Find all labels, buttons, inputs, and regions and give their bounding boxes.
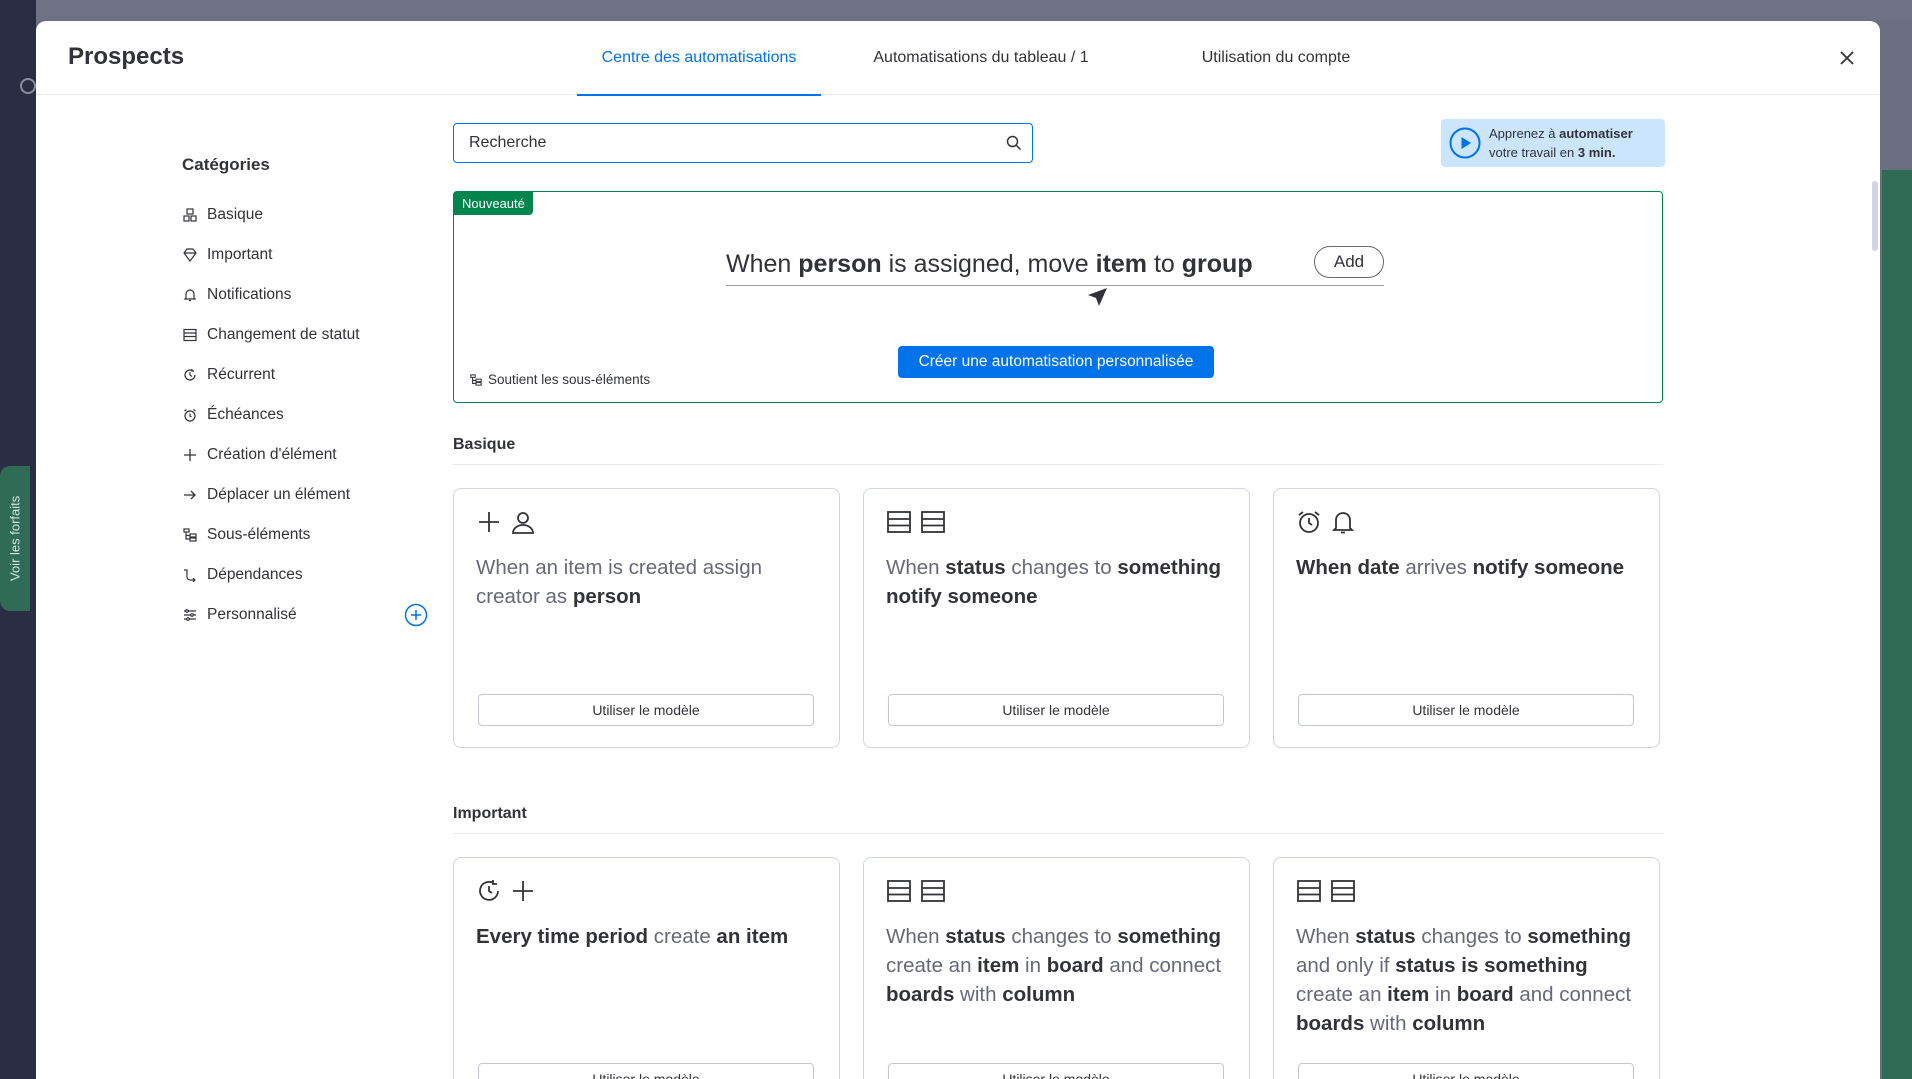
category-recurring[interactable]: Récurrent xyxy=(182,355,432,395)
category-important[interactable]: Important xyxy=(182,235,432,275)
background-topbar xyxy=(36,0,1912,20)
search-input[interactable] xyxy=(454,124,1032,162)
alarm-icon xyxy=(1298,511,1320,533)
category-label: Création d'élément xyxy=(207,446,337,463)
plus-icon xyxy=(479,512,499,532)
use-template-button[interactable]: Utiliser le modèle xyxy=(478,694,814,726)
category-label: Personnalisé xyxy=(207,606,297,623)
status-icon xyxy=(1297,880,1321,902)
diamond-icon xyxy=(182,247,198,263)
modal-title: Prospects xyxy=(68,43,185,70)
recurring-icon xyxy=(182,367,198,383)
arrow-right-icon xyxy=(182,487,198,503)
learn-text: Apprenez à automatiser votre travail en … xyxy=(1489,126,1633,160)
template-card: When status changes to something create … xyxy=(863,857,1250,1079)
play-icon xyxy=(1449,127,1481,159)
add-circle-icon[interactable] xyxy=(404,603,428,627)
template-card: When status changes to something notify … xyxy=(863,488,1250,748)
subitems-icon xyxy=(182,527,198,543)
category-label: Échéances xyxy=(207,406,284,423)
template-description: Every time period create an item xyxy=(476,925,789,948)
close-button[interactable] xyxy=(1832,43,1862,73)
template-description: When date arrives notify someone xyxy=(1296,556,1625,579)
sentence-add-button[interactable]: Add xyxy=(1314,246,1384,278)
template-description: When status changes to something notify … xyxy=(886,556,1221,608)
category-subitems[interactable]: Sous-éléments xyxy=(182,515,432,555)
categories-sidebar: Catégories Basique Important Notificatio… xyxy=(182,155,432,635)
person-icon xyxy=(512,512,534,534)
subitems-support-note: Soutient les sous-éléments xyxy=(470,372,650,387)
close-icon xyxy=(1840,51,1854,65)
category-label: Important xyxy=(207,246,273,263)
create-custom-automation-button[interactable]: Créer une automatisation personnalisée xyxy=(898,346,1214,378)
status-icon xyxy=(1331,880,1355,902)
basic-icon xyxy=(182,207,198,223)
rail-dot xyxy=(20,78,36,94)
category-item-creation[interactable]: Création d'élément xyxy=(182,435,432,475)
use-template-button[interactable]: Utiliser le modèle xyxy=(888,694,1224,726)
template-description: When an item is created assign creator a… xyxy=(476,556,762,608)
plans-badge[interactable]: Voir les forfaits xyxy=(0,466,30,611)
section-title-basic: Basique xyxy=(453,436,1663,465)
modal-scrollbar[interactable] xyxy=(1872,181,1878,251)
dependency-icon xyxy=(182,567,198,583)
category-label: Basique xyxy=(207,206,264,223)
category-move-item[interactable]: Déplacer un élément xyxy=(182,475,432,515)
category-basic[interactable]: Basique xyxy=(182,195,432,235)
use-template-button[interactable]: Utiliser le modèle xyxy=(1298,1063,1634,1079)
cursor-icon xyxy=(1088,288,1107,306)
template-description: When status changes to something create … xyxy=(886,925,1222,1006)
template-card: When date arrives notify someone Utilise… xyxy=(1273,488,1660,748)
status-icon xyxy=(887,511,911,533)
section-title-important: Important xyxy=(453,805,1663,834)
plus-icon xyxy=(513,881,533,901)
automations-modal: Prospects Centre des automatisations Aut… xyxy=(36,21,1880,1079)
search-box xyxy=(453,123,1033,163)
template-card: When an item is created assign creator a… xyxy=(453,488,840,748)
bell-icon xyxy=(182,287,198,303)
category-dependencies[interactable]: Dépendances xyxy=(182,555,432,595)
plus-icon xyxy=(182,447,198,463)
category-label: Notifications xyxy=(207,286,292,303)
template-description: When status changes to something and onl… xyxy=(1296,925,1632,1035)
category-status-change[interactable]: Changement de statut xyxy=(182,315,432,355)
template-card: When status changes to something and onl… xyxy=(1273,857,1660,1079)
status-icon xyxy=(182,327,198,343)
categories-title: Catégories xyxy=(182,155,270,174)
status-icon xyxy=(921,880,945,902)
category-label: Déplacer un élément xyxy=(207,486,351,503)
category-notifications[interactable]: Notifications xyxy=(182,275,432,315)
use-template-button[interactable]: Utiliser le modèle xyxy=(888,1063,1224,1079)
bell-icon xyxy=(1331,512,1355,534)
category-label: Changement de statut xyxy=(207,326,360,343)
use-template-button[interactable]: Utiliser le modèle xyxy=(478,1063,814,1079)
status-icon xyxy=(921,511,945,533)
template-card: Every time period create an item Utilise… xyxy=(453,857,840,1079)
alarm-icon xyxy=(182,407,198,423)
use-template-button[interactable]: Utiliser le modèle xyxy=(1298,694,1634,726)
subitems-icon xyxy=(470,373,482,386)
modal-tabs: Centre des automatisations Automatisatio… xyxy=(577,21,1411,96)
new-badge: Nouveauté xyxy=(454,192,533,215)
automation-sentence: When person is assigned, move item to gr… xyxy=(726,240,1384,286)
custom-automation-card: Nouveauté When person is assigned, move … xyxy=(453,191,1663,403)
category-label: Dépendances xyxy=(207,566,303,583)
modal-header: Prospects Centre des automatisations Aut… xyxy=(36,21,1880,96)
category-label: Récurrent xyxy=(207,366,276,383)
sliders-icon xyxy=(182,607,198,623)
learn-automation-video[interactable]: Apprenez à automatiser votre travail en … xyxy=(1441,119,1665,167)
recurring-icon xyxy=(479,880,499,901)
category-label: Sous-éléments xyxy=(207,526,311,543)
tab-automation-center[interactable]: Centre des automatisations xyxy=(577,21,821,96)
background-green-panel xyxy=(1882,170,1912,1079)
search-icon xyxy=(1006,135,1022,151)
tab-board-automations[interactable]: Automatisations du tableau / 1 xyxy=(821,21,1141,95)
status-icon xyxy=(887,880,911,902)
category-custom[interactable]: Personnalisé xyxy=(182,595,432,635)
category-deadlines[interactable]: Échéances xyxy=(182,395,432,435)
sentence-text: When person is assigned, move item to gr… xyxy=(726,250,1253,278)
tab-account-usage[interactable]: Utilisation du compte xyxy=(1141,21,1411,95)
